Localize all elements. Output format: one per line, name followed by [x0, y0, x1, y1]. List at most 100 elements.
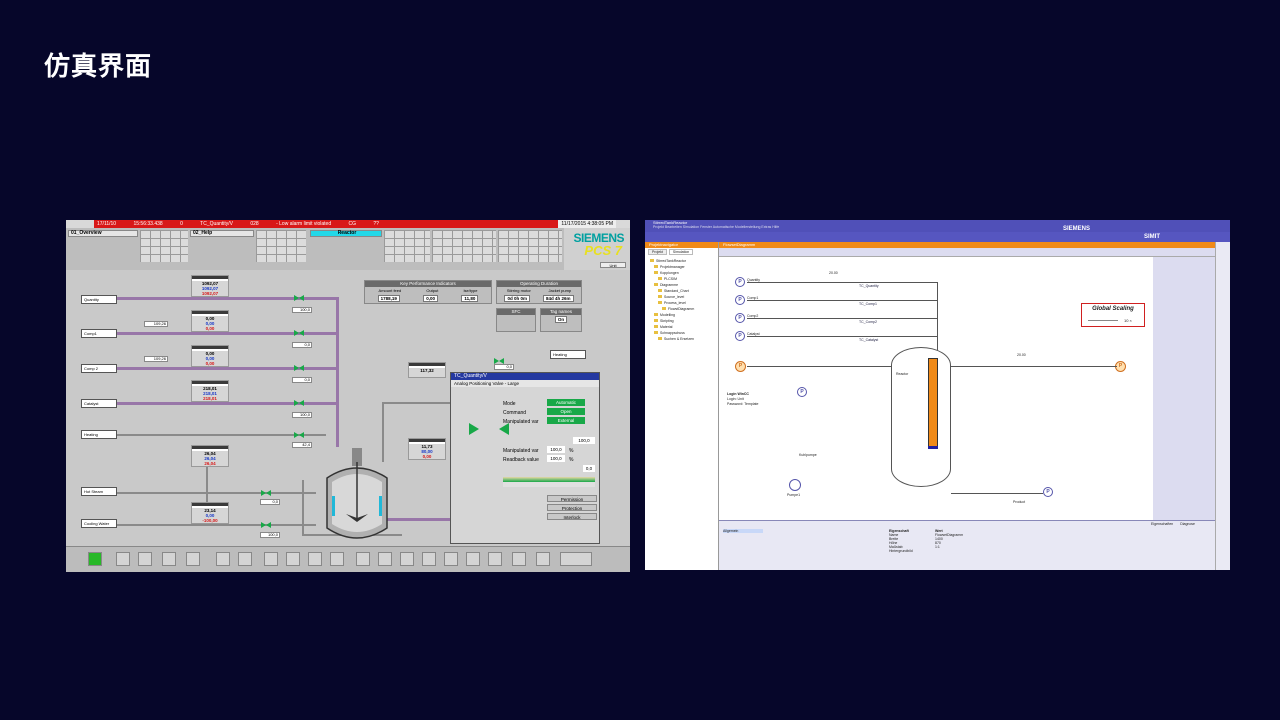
feed-comp2[interactable]: Comp 2 — [81, 364, 117, 373]
source-p-icon[interactable]: P — [735, 295, 745, 305]
acknowledge-icon[interactable] — [560, 552, 592, 566]
speaker-icon[interactable] — [536, 552, 550, 566]
manip-label: Manipulated var — [503, 448, 539, 454]
arrow-right-icon[interactable] — [330, 552, 344, 566]
protection-button[interactable]: Protection — [547, 504, 597, 511]
nav-grid-1[interactable] — [140, 230, 188, 262]
tab-simulation[interactable]: Simulation — [668, 249, 694, 255]
reactor-vessel[interactable] — [322, 448, 392, 548]
valve-catalyst[interactable] — [294, 400, 304, 406]
source-p-orange-icon[interactable]: P — [735, 361, 746, 372]
nav-back-icon[interactable] — [356, 552, 370, 566]
alarm-bar[interactable]: 17/11/10 15:56:33.438 0 TC_Quantity/V 02… — [66, 220, 630, 228]
valve-quantity[interactable] — [294, 295, 304, 301]
mv-value[interactable]: External — [547, 417, 585, 424]
manip-value: 100,0 — [547, 446, 565, 453]
pump-icon[interactable] — [789, 479, 801, 491]
feed-cooling-water[interactable]: Cooling Water — [81, 519, 117, 528]
move-icon[interactable] — [400, 552, 414, 566]
flowsheet-canvas[interactable]: Global Scaling 10 × P Quantity P Comp1 P… — [719, 257, 1153, 520]
feed-comp1[interactable]: Comp1 — [81, 329, 117, 338]
tab-eigenschaften[interactable]: Eigenschaften — [1151, 522, 1173, 526]
help-icon[interactable] — [512, 552, 526, 566]
props-allgemein[interactable]: Allgemein — [723, 529, 763, 533]
table-row[interactable]: Hintergrundbild — [889, 549, 963, 553]
list-icon[interactable] — [162, 552, 176, 566]
scaling-slider[interactable] — [1088, 320, 1118, 321]
simit-reactor[interactable]: Reactor — [891, 347, 951, 487]
nav-grid-2[interactable] — [256, 230, 306, 262]
valve-comp1[interactable] — [294, 330, 304, 336]
nav-grid-5[interactable] — [498, 230, 562, 262]
folder-icon[interactable] — [138, 552, 152, 566]
print-icon[interactable] — [444, 552, 458, 566]
alarm-date: 17/11/10 — [97, 221, 117, 227]
value-quantity: 100,0 — [292, 307, 312, 313]
valve-heating[interactable] — [294, 432, 304, 438]
simit-menu[interactable]: Projekt Bearbeiten Simulation Fenster Au… — [645, 225, 779, 229]
save-icon[interactable] — [422, 552, 436, 566]
document-icon[interactable] — [216, 552, 230, 566]
display-heating[interactable]: 26,04 26,04 26,04 — [191, 445, 229, 467]
setpoint-field[interactable]: 100,0 — [573, 437, 595, 444]
global-scaling-value: 10 × — [1124, 318, 1132, 323]
source-p-icon[interactable]: P — [797, 387, 807, 397]
tagnames-on-button[interactable]: On — [554, 316, 568, 323]
right-pane — [1153, 257, 1215, 520]
display-steam[interactable]: 23,14 0,00 -100,00 — [191, 502, 229, 524]
trend-icon[interactable] — [186, 552, 200, 566]
source-p-icon[interactable]: P — [735, 313, 745, 323]
feed-heating-right[interactable]: Heating — [550, 350, 586, 359]
permission-button[interactable]: Permission — [547, 495, 597, 502]
tank-level-display[interactable]: 117,32 — [408, 362, 446, 378]
global-scaling-box[interactable]: Global Scaling 10 × — [1081, 303, 1145, 327]
delete-icon[interactable] — [466, 552, 480, 566]
feed-hot-steam[interactable]: Hot Steam — [81, 487, 117, 496]
sfc-panel[interactable]: SFC — [496, 308, 536, 332]
display-catalyst[interactable]: 218,01 218,01 218,01 — [191, 380, 229, 402]
side-tabs[interactable] — [1215, 242, 1230, 570]
unit-button[interactable]: Unit — [600, 262, 626, 268]
feed-quantity[interactable]: Quantity — [81, 295, 117, 304]
keyboard-icon[interactable] — [488, 552, 502, 566]
valve-steam[interactable] — [261, 490, 271, 496]
feed-heating[interactable]: Heating — [81, 430, 117, 439]
mode-value[interactable]: Automatic — [547, 399, 585, 406]
value-comp2-flow: 109,26 — [144, 356, 168, 362]
alarm-line[interactable]: 17/11/10 15:56:33.438 0 TC_Quantity/V 02… — [94, 220, 566, 228]
tab-projekt[interactable]: Projekt — [648, 249, 667, 255]
nav-overview-button[interactable]: 01_Overview — [68, 230, 138, 237]
valve-cooling[interactable] — [261, 522, 271, 528]
valve-faceplate[interactable]: TC_Quantity/V Analog Positioning Valve -… — [450, 372, 600, 544]
nav-grid-4[interactable] — [432, 230, 496, 262]
command-value[interactable]: Open — [547, 408, 585, 415]
faceplate-title: TC_Quantity/V — [451, 373, 599, 380]
canvas-toolbar[interactable] — [719, 248, 1215, 257]
nav-help-button[interactable]: 02_Help — [190, 230, 254, 237]
simit-toolbar[interactable] — [645, 232, 1230, 242]
nav-grid-3[interactable] — [384, 230, 430, 262]
tab-diagnose[interactable]: Diagnose — [1180, 522, 1195, 526]
valve-comp2[interactable] — [294, 365, 304, 371]
display-comp1[interactable]: 0,00 0,00 0,00 — [191, 310, 229, 332]
simit-screenshot: StirredTankReactor Projekt Bearbeiten Si… — [645, 220, 1230, 570]
tree-item[interactable]: Suchen & Ersetzen — [650, 336, 718, 342]
filter-icon[interactable] — [116, 552, 130, 566]
login-user: Login: Unit — [727, 397, 744, 401]
interlock-button[interactable]: Interlock — [547, 513, 597, 520]
product-p-icon[interactable]: P — [1043, 487, 1053, 497]
arrow-left-icon[interactable] — [264, 552, 278, 566]
start-icon[interactable] — [88, 552, 102, 566]
tank-temp-display[interactable]: 11,73 80,00 0,00 — [408, 438, 446, 460]
nav-forward-icon[interactable] — [378, 552, 392, 566]
source-p-icon[interactable]: P — [735, 277, 745, 287]
display-comp2[interactable]: 0,00 0,00 0,00 — [191, 345, 229, 367]
source-p-icon[interactable]: P — [735, 331, 745, 341]
display-quantity[interactable]: 1092,07 1092,07 1092,07 — [191, 275, 229, 297]
export-icon[interactable] — [238, 552, 252, 566]
arrow-down-icon[interactable] — [308, 552, 322, 566]
operating-label-jacket: Jacket pump — [548, 288, 572, 293]
feed-catalyst[interactable]: Catalyst — [81, 399, 117, 408]
nav-reactor-button[interactable]: Reactor — [310, 230, 382, 237]
arrow-up-icon[interactable] — [286, 552, 300, 566]
